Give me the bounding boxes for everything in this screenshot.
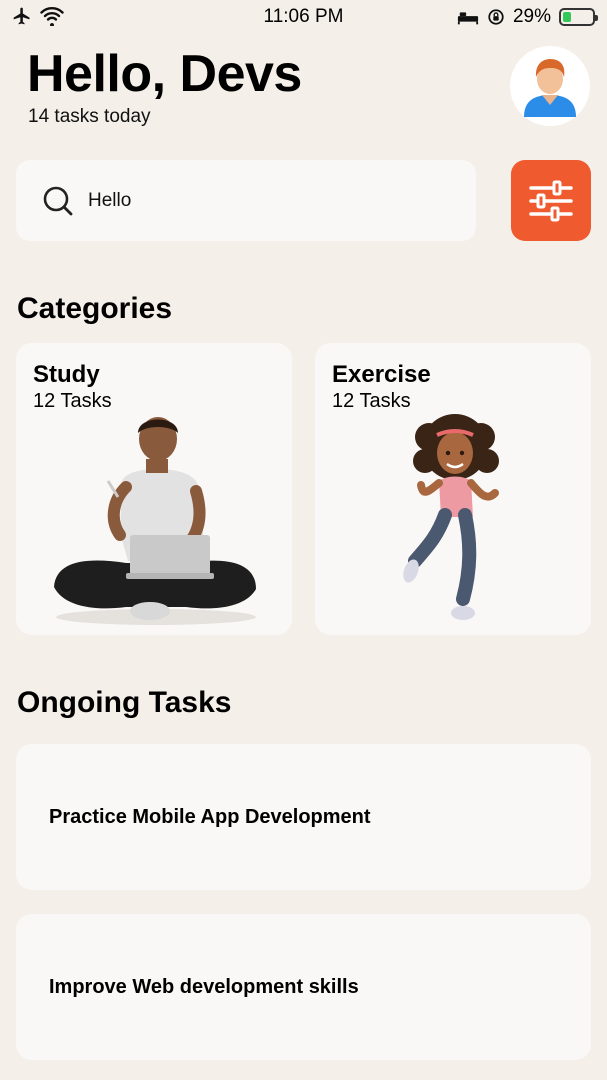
categories-heading: Categories (17, 292, 173, 325)
filter-button[interactable] (511, 160, 591, 241)
category-task-count: 12 Tasks (332, 390, 411, 412)
page-title: Hello, Devs (27, 45, 302, 103)
status-right: 29% (457, 6, 598, 28)
avatar[interactable] (510, 46, 590, 126)
category-task-count: 12 Tasks (33, 390, 112, 412)
task-title: Practice Mobile App Development (49, 805, 371, 828)
status-bar: 11:06 PM 29% (0, 0, 607, 34)
running-girl-illustration (403, 414, 499, 620)
task-card[interactable]: Improve Web development skills (16, 914, 591, 1060)
tasks-today-count: 14 tasks today (28, 106, 151, 127)
bed-icon (457, 12, 479, 25)
task-card[interactable]: Practice Mobile App Development (16, 744, 591, 890)
category-title: Exercise (332, 361, 431, 388)
battery-charging-icon (559, 8, 598, 26)
user-avatar-icon (524, 59, 576, 117)
person-with-laptop-illustration (54, 417, 256, 625)
orientation-lock-icon (488, 9, 504, 25)
battery-percent: 29% (512, 6, 551, 27)
search-icon (43, 186, 73, 215)
search-bar[interactable] (16, 160, 476, 241)
battery-level (563, 12, 572, 22)
category-title: Study (33, 361, 100, 388)
sliders-icon (529, 180, 573, 221)
search-input[interactable] (88, 189, 448, 212)
category-card-study[interactable]: Study 12 Tasks (16, 343, 292, 635)
category-card-exercise[interactable]: Exercise 12 Tasks (315, 343, 591, 635)
ongoing-tasks-heading: Ongoing Tasks (17, 686, 232, 719)
task-title: Improve Web development skills (49, 975, 359, 998)
